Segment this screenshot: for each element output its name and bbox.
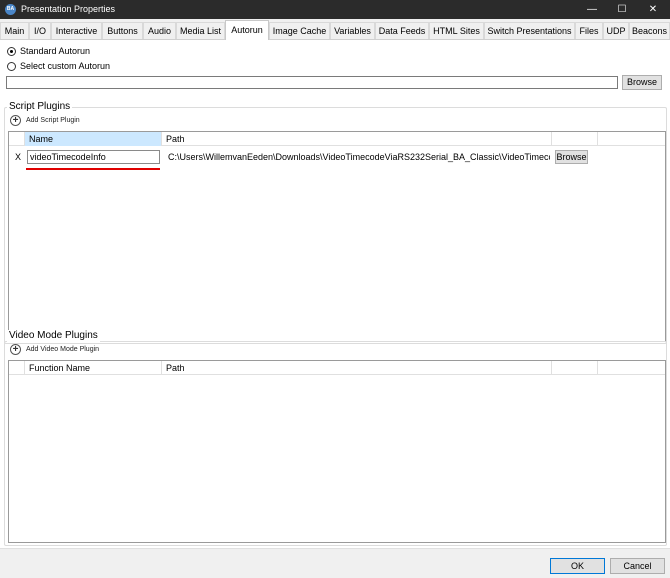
tab-audio[interactable]: Audio <box>143 22 176 39</box>
tab-buttons[interactable]: Buttons <box>102 22 143 39</box>
column-header-filler <box>598 361 665 375</box>
tab-interactive[interactable]: Interactive <box>51 22 102 39</box>
script-plugins-grid: Name Path X videoTimecodeInfo C:\Users\W… <box>8 131 666 342</box>
cancel-button[interactable]: Cancel <box>610 558 665 574</box>
plugin-name-field[interactable]: videoTimecodeInfo <box>27 150 160 164</box>
tab-media-list[interactable]: Media List <box>176 22 225 39</box>
autorun-browse-button[interactable]: Browse <box>622 75 662 90</box>
maximize-button[interactable]: ☐ <box>607 0 637 19</box>
close-button[interactable]: ✕ <box>638 0 668 19</box>
tab-image-cache[interactable]: Image Cache <box>269 22 330 39</box>
tab-switch-presentations[interactable]: Switch Presentations <box>484 22 575 39</box>
script-plugins-legend: Script Plugins <box>7 101 73 113</box>
ok-button[interactable]: OK <box>550 558 605 574</box>
tab-data-feeds[interactable]: Data Feeds <box>375 22 429 39</box>
app-icon: BA <box>5 4 16 15</box>
title-bar: BA Presentation Properties — ☐ ✕ <box>0 0 670 19</box>
add-script-plugin-label: Add Script Plugin <box>26 117 80 124</box>
table-row: X videoTimecodeInfo C:\Users\WillemvanEe… <box>9 148 665 166</box>
script-plugins-header: Name Path <box>9 132 665 146</box>
video-mode-plugins-header: Function Name Path <box>9 361 665 375</box>
column-header-browse <box>552 132 598 146</box>
tab-files[interactable]: Files <box>575 22 603 39</box>
column-header-filler <box>598 132 665 146</box>
tab-udp[interactable]: UDP <box>603 22 629 39</box>
tab-variables[interactable]: Variables <box>330 22 375 39</box>
custom-autorun-radio[interactable] <box>7 62 16 71</box>
tab-autorun[interactable]: Autorun <box>225 20 269 40</box>
column-header-function-name[interactable]: Function Name <box>25 361 162 375</box>
tab-beacons[interactable]: Beacons <box>629 22 670 39</box>
plugin-path-field[interactable]: C:\Users\WillemvanEeden\Downloads\VideoT… <box>168 151 550 163</box>
autorun-panel: Standard Autorun Select custom Autorun B… <box>0 40 670 548</box>
column-header-path[interactable]: Path <box>162 361 552 375</box>
tab-strip: Main I/O Interactive Buttons Audio Media… <box>0 19 670 40</box>
plus-icon: + <box>10 344 21 355</box>
add-video-mode-plugin-label: Add Video Mode Plugin <box>26 346 100 353</box>
custom-autorun-path-field[interactable] <box>6 76 618 89</box>
tab-html-sites[interactable]: HTML Sites <box>429 22 484 39</box>
tab-io[interactable]: I/O <box>29 22 51 39</box>
minimize-button[interactable]: — <box>577 0 607 19</box>
custom-autorun-label: Select custom Autorun <box>20 61 111 71</box>
row-header-column <box>9 361 25 375</box>
column-header-extra <box>552 361 598 375</box>
window-title: Presentation Properties <box>21 4 116 14</box>
plus-icon: + <box>10 115 21 126</box>
row-header-column <box>9 132 25 146</box>
tab-main[interactable]: Main <box>0 22 29 39</box>
column-header-name[interactable]: Name <box>25 132 162 146</box>
video-mode-plugins-grid: Function Name Path <box>8 360 666 543</box>
annotation-underline <box>26 168 160 170</box>
standard-autorun-radio[interactable] <box>7 47 16 56</box>
column-header-path[interactable]: Path <box>162 132 552 146</box>
dialog-footer: OK Cancel <box>0 548 670 578</box>
delete-row-button[interactable]: X <box>15 152 25 162</box>
standard-autorun-label: Standard Autorun <box>20 46 91 56</box>
video-mode-plugins-legend: Video Mode Plugins <box>7 330 100 342</box>
plugin-browse-button[interactable]: Browse <box>555 150 588 164</box>
